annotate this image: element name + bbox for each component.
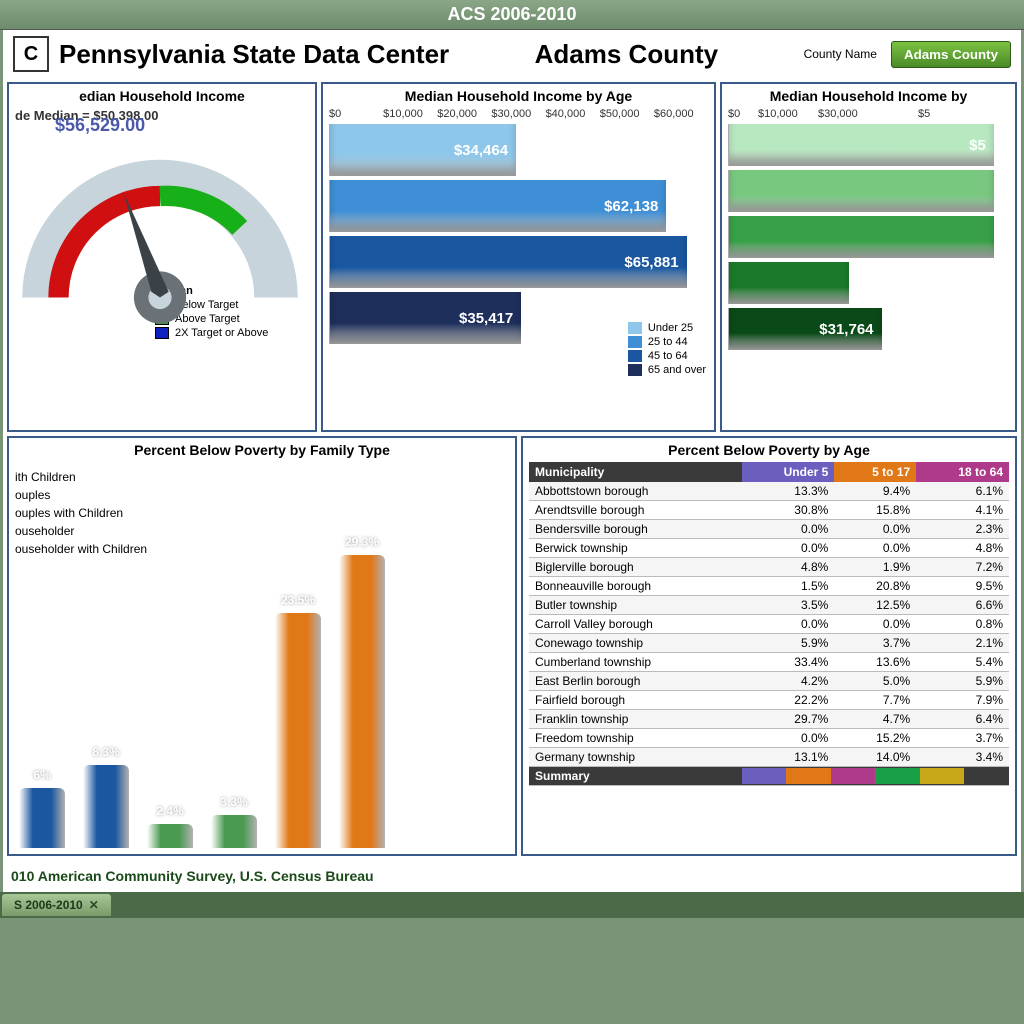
table-row[interactable]: Germany township13.1%14.0%3.4% (529, 748, 1009, 767)
poverty-age-panel: Percent Below Poverty by Age Municipalit… (521, 436, 1017, 856)
county-title: Adams County (459, 39, 793, 70)
race-bar: $5 (728, 124, 994, 166)
income-by-race-title: Median Household Income by (728, 88, 1009, 104)
datacenter-title: Pennsylvania State Data Center (59, 39, 449, 70)
family-legend-item: ith Children (15, 470, 147, 484)
family-legend-item: ouseholder (15, 524, 147, 538)
family-legend-item: ouples with Children (15, 506, 147, 520)
age-legend: Under 2525 to 4445 to 6465 and over (626, 318, 708, 380)
county-dropdown-label: County Name (804, 47, 877, 61)
poverty-family-title: Percent Below Poverty by Family Type (15, 442, 509, 458)
family-legend: ith Children ouples ouples with Children ou… (15, 466, 147, 560)
table-header[interactable]: 5 to 17 (834, 462, 916, 482)
age-bar: $35,417 (329, 292, 521, 344)
gauge-panel: edian Household Income de Median = $50,3… (7, 82, 317, 432)
age-bar: $34,464 (329, 124, 516, 176)
table-header[interactable]: Under 5 (742, 462, 835, 482)
gauge-legend-label: 2X Target or Above (175, 327, 268, 339)
table-row[interactable]: Carroll Valley borough0.0%0.0%0.8% (529, 615, 1009, 634)
table-header[interactable]: Municipality (529, 462, 742, 482)
family-bar: 8.3% (83, 765, 129, 848)
table-header[interactable]: 18 to 64 (916, 462, 1009, 482)
table-row[interactable]: Franklin township29.7%4.7%6.4% (529, 710, 1009, 729)
family-bar: 3.3% (211, 815, 257, 848)
table-row[interactable]: Fairfield borough22.2%7.7%7.9% (529, 691, 1009, 710)
table-row[interactable]: Cumberland township33.4%13.6%5.4% (529, 653, 1009, 672)
income-by-age-panel: Median Household Income by Age $0$10,000… (321, 82, 716, 432)
age-axis: $0$10,000$20,000$30,000$40,000$50,000$60… (329, 108, 708, 120)
source-note: 010 American Community Survey, U.S. Cens… (3, 860, 1021, 892)
table-row[interactable]: Abbottstown borough13.3%9.4%6.1% (529, 482, 1009, 501)
age-bar: $65,881 (329, 236, 687, 288)
logo-icon: C (13, 36, 49, 72)
tab-acs[interactable]: S 2006-2010✕ (2, 894, 111, 916)
family-bar: 29.3% (339, 555, 385, 848)
title-row: C Pennsylvania State Data Center Adams C… (3, 30, 1021, 78)
table-row[interactable]: Berwick township0.0%0.0%4.8% (529, 539, 1009, 558)
gauge-title: edian Household Income (15, 88, 309, 104)
close-icon[interactable]: ✕ (89, 898, 99, 912)
family-legend-item: ouples (15, 488, 147, 502)
table-row[interactable]: Conewago township5.9%3.7%2.1% (529, 634, 1009, 653)
family-bar: 23.5% (275, 613, 321, 848)
table-row[interactable]: Butler township3.5%12.5%6.6% (529, 596, 1009, 615)
race-bar (728, 262, 849, 304)
poverty-table: MunicipalityUnder 55 to 1718 to 64 Abbot… (529, 462, 1009, 786)
table-row[interactable]: Freedom township0.0%15.2%3.7% (529, 729, 1009, 748)
table-row[interactable]: Bendersville borough0.0%0.0%2.3% (529, 520, 1009, 539)
race-bar (728, 216, 994, 258)
race-bar: $31,764 (728, 308, 882, 350)
race-axis: $0$10,000$30,000$5 (728, 108, 1009, 120)
poverty-family-panel: Percent Below Poverty by Family Type ith… (7, 436, 517, 856)
family-bar: 6% (19, 788, 65, 848)
table-row[interactable]: Arendtsville borough30.8%15.8%4.1% (529, 501, 1009, 520)
gauge-icon (15, 125, 305, 325)
poverty-age-title: Percent Below Poverty by Age (529, 442, 1009, 458)
table-row[interactable]: East Berlin borough4.2%5.0%5.9% (529, 672, 1009, 691)
family-legend-item: ouseholder with Children (15, 542, 147, 556)
table-row[interactable]: Biglerville borough4.8%1.9%7.2% (529, 558, 1009, 577)
tab-strip: S 2006-2010✕ (0, 892, 1024, 918)
summary-row: Summary (529, 767, 1009, 786)
gauge-value: $56,529.00 (55, 115, 145, 136)
family-bar: 2.4% (147, 824, 193, 848)
race-bar (728, 170, 994, 212)
county-dropdown[interactable]: Adams County (891, 41, 1011, 68)
app-header: ACS 2006-2010 (0, 0, 1024, 30)
income-by-race-panel: Median Household Income by $0$10,000$30,… (720, 82, 1017, 432)
age-bar: $62,138 (329, 180, 666, 232)
table-row[interactable]: Bonneauville borough1.5%20.8%9.5% (529, 577, 1009, 596)
income-by-age-title: Median Household Income by Age (329, 88, 708, 104)
